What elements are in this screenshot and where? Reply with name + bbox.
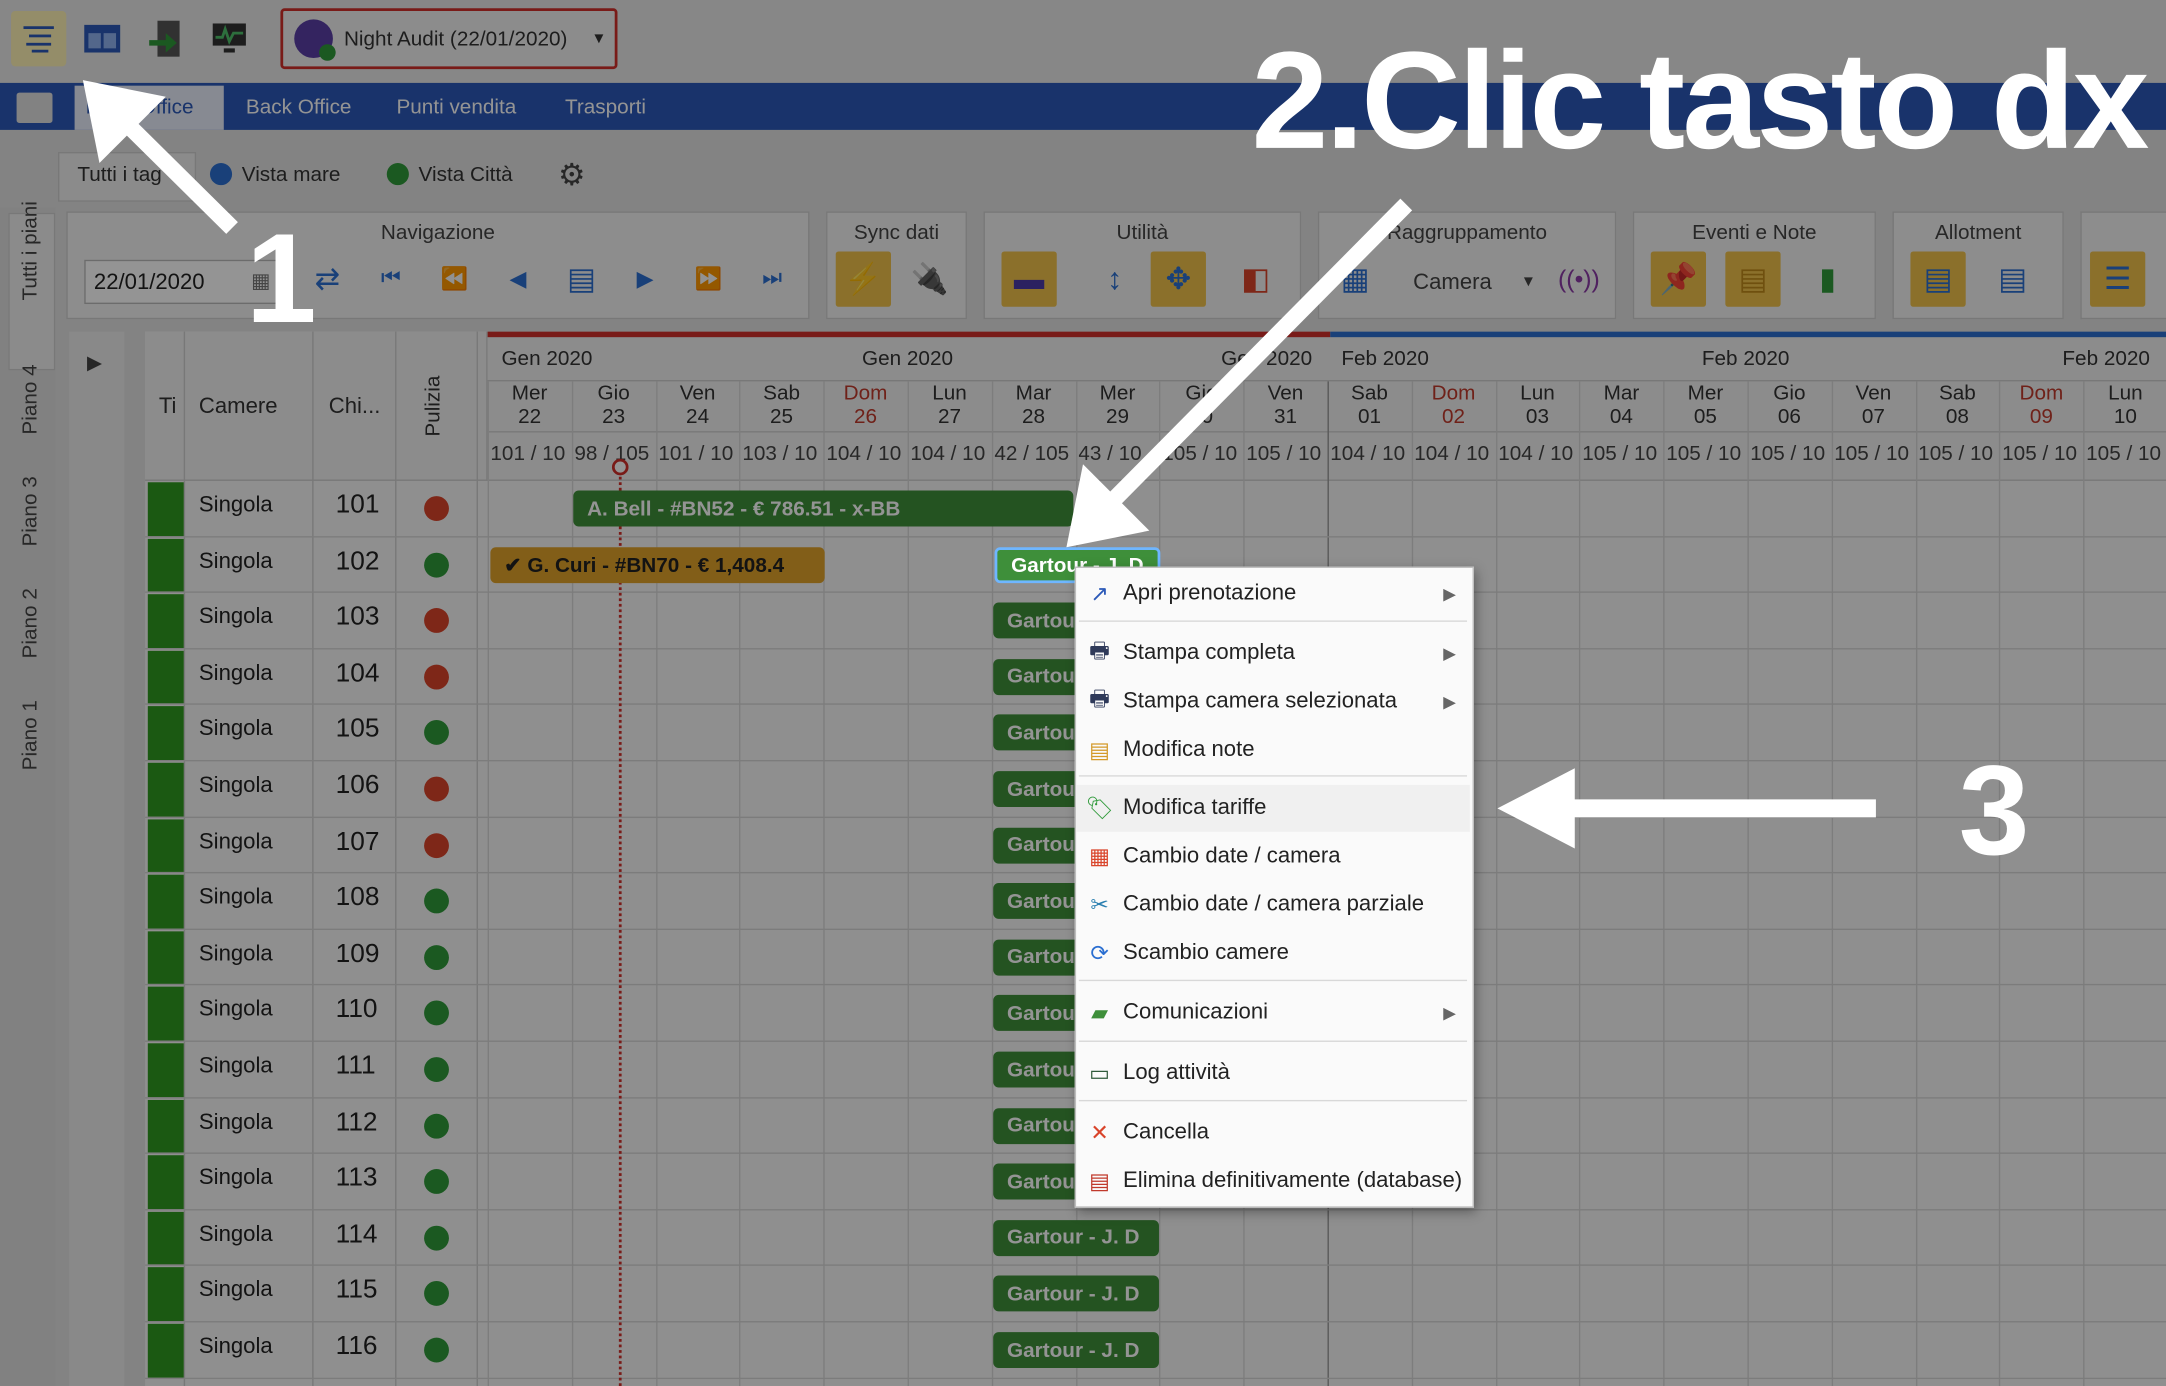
annotation-arrows [82, 80, 1876, 849]
screen: Night Audit (22/01/2020) ▼ Front Office … [0, 0, 2166, 1386]
annotation-step-1: 1 [245, 208, 317, 350]
annotation-step-3: 3 [1958, 740, 2030, 882]
annotation-step-2: 2.Clic tasto dx [1251, 23, 2150, 179]
